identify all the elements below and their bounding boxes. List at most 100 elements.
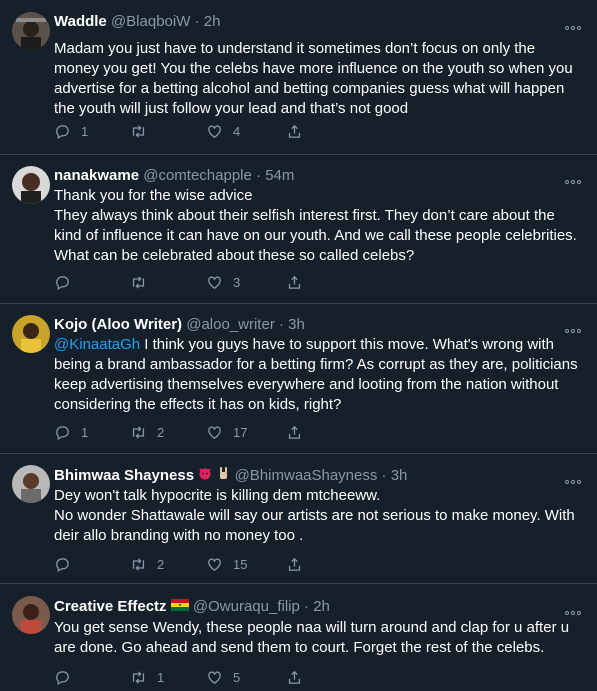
display-name[interactable]: nanakwame <box>54 167 139 184</box>
tweet-text: Madam you just have to understand it som… <box>54 40 573 117</box>
tweet-actions: 1 2 17 <box>54 422 314 442</box>
retweet-button[interactable]: 1 <box>130 667 164 687</box>
reply-icon <box>56 124 69 139</box>
tweet-text: Thank you for the wise advice They alway… <box>54 187 577 264</box>
tweet[interactable]: Creative Effectz @Owuraqu_filip · 2h You… <box>0 584 597 691</box>
timestamp[interactable]: 3h <box>391 467 408 484</box>
avatar[interactable] <box>12 166 50 204</box>
tweet-header: Waddle @BlaqboiW · 2h <box>54 12 557 32</box>
avatar[interactable] <box>12 315 50 353</box>
tweet-actions: 1 4 <box>54 121 314 141</box>
share-button[interactable] <box>286 272 303 292</box>
reply-button[interactable] <box>54 554 81 574</box>
user-handle[interactable]: @Owuraqu_filip <box>193 598 300 615</box>
separator: · <box>381 467 387 484</box>
share-icon <box>288 425 301 439</box>
display-name[interactable]: Creative Effectz <box>54 598 167 615</box>
like-count: 15 <box>233 556 248 572</box>
ghana-flag-icon <box>170 597 189 617</box>
retweet-button[interactable]: 2 <box>130 554 164 574</box>
timestamp[interactable]: 2h <box>313 598 330 615</box>
tweet-text: @KinaataGh I think you guys have to supp… <box>54 335 583 415</box>
like-button[interactable]: 17 <box>206 422 247 442</box>
share-button[interactable] <box>286 554 303 574</box>
display-name[interactable]: Bhimwaa Shayness <box>54 467 194 484</box>
tweet-actions: 2 15 <box>54 554 314 574</box>
tweet[interactable]: nanakwame @comtechapple · 54m Thank you … <box>0 155 597 304</box>
tweet-feed: Waddle @BlaqboiW · 2h Madam you just hav… <box>0 0 597 691</box>
reply-button[interactable]: 1 <box>54 422 88 442</box>
share-icon <box>288 670 301 684</box>
reply-icon <box>56 275 69 290</box>
retweet-count: 2 <box>157 424 165 440</box>
share-button[interactable] <box>286 667 303 687</box>
like-count: 4 <box>233 123 241 139</box>
timestamp[interactable]: 2h <box>204 13 221 30</box>
reply-icon <box>56 557 69 572</box>
like-icon <box>208 558 221 571</box>
like-icon <box>208 276 221 289</box>
share-icon <box>288 124 301 138</box>
like-count: 5 <box>233 669 241 685</box>
tweet[interactable]: Bhimwaa Shayness @BhimwaaShayness · 3h D… <box>0 454 597 584</box>
more-icon[interactable] <box>565 19 583 30</box>
reply-count: 1 <box>81 424 89 440</box>
like-button[interactable]: 15 <box>206 554 247 574</box>
retweet-icon <box>132 124 145 138</box>
like-count: 3 <box>233 274 241 290</box>
tweet-actions: 1 5 <box>54 667 314 687</box>
separator: · <box>304 598 310 615</box>
like-count: 17 <box>233 424 248 440</box>
tweet-text: Dey won't talk hypocrite is killing dem … <box>54 487 575 544</box>
reply-button[interactable] <box>54 272 81 292</box>
retweet-button[interactable] <box>130 272 157 292</box>
retweet-button[interactable] <box>130 121 157 141</box>
display-name[interactable]: Kojo (Aloo Writer) <box>54 316 182 333</box>
share-icon <box>288 557 301 571</box>
more-icon[interactable] <box>565 322 583 333</box>
more-icon[interactable] <box>565 173 583 184</box>
devil-face-icon <box>198 466 212 486</box>
mention-link[interactable]: @KinaataGh <box>54 336 140 353</box>
tweet-header: nanakwame @comtechapple · 54m <box>54 166 557 186</box>
retweet-icon <box>132 275 145 289</box>
reply-icon <box>56 425 69 440</box>
avatar[interactable] <box>12 465 50 503</box>
avatar[interactable] <box>12 12 50 50</box>
user-handle[interactable]: @BlaqboiW <box>111 13 190 30</box>
timestamp[interactable]: 54m <box>265 167 294 184</box>
tweet-text: You get sense Wendy, these people naa wi… <box>54 619 570 656</box>
like-button[interactable]: 4 <box>206 121 240 141</box>
tweet-header: Bhimwaa Shayness @BhimwaaShayness · 3h <box>54 466 557 486</box>
share-button[interactable] <box>286 422 303 442</box>
rock-hand-icon <box>216 466 230 486</box>
tweet[interactable]: Kojo (Aloo Writer) @aloo_writer · 3h @Ki… <box>0 304 597 454</box>
user-handle[interactable]: @BhimwaaShayness <box>235 467 378 484</box>
retweet-count: 2 <box>157 556 165 572</box>
tweet-header: Kojo (Aloo Writer) @aloo_writer · 3h <box>54 315 557 335</box>
user-handle[interactable]: @aloo_writer <box>186 316 275 333</box>
share-button[interactable] <box>286 121 303 141</box>
like-icon <box>208 671 221 684</box>
reply-button[interactable] <box>54 667 81 687</box>
retweet-icon <box>132 425 145 439</box>
user-handle[interactable]: @comtechapple <box>143 167 252 184</box>
tweet-actions: 3 <box>54 272 314 292</box>
avatar[interactable] <box>12 596 50 634</box>
more-icon[interactable] <box>565 473 583 484</box>
display-name[interactable]: Waddle <box>54 13 107 30</box>
like-button[interactable]: 5 <box>206 667 240 687</box>
more-icon[interactable] <box>565 604 583 615</box>
retweet-icon <box>132 557 145 571</box>
reply-button[interactable]: 1 <box>54 121 88 141</box>
like-icon <box>208 426 221 439</box>
timestamp[interactable]: 3h <box>288 316 305 333</box>
retweet-button[interactable]: 2 <box>130 422 164 442</box>
share-icon <box>288 275 301 289</box>
tweet-header: Creative Effectz @Owuraqu_filip · 2h <box>54 597 557 617</box>
like-button[interactable]: 3 <box>206 272 240 292</box>
tweet[interactable]: Waddle @BlaqboiW · 2h Madam you just hav… <box>0 0 597 155</box>
separator: · <box>256 167 262 184</box>
separator: · <box>278 316 284 333</box>
reply-count: 1 <box>81 123 89 139</box>
